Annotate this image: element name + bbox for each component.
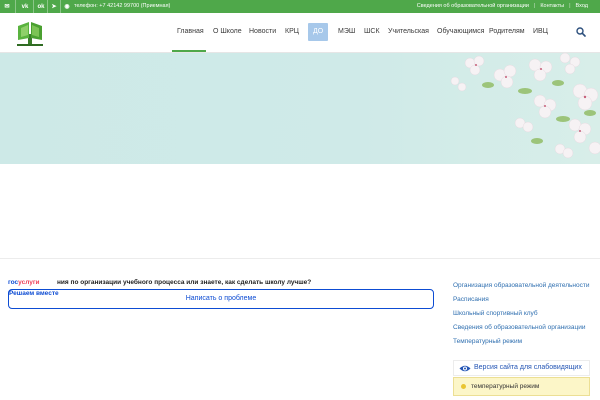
search-icon[interactable] — [576, 27, 586, 37]
gosuslugi-slogan: Решаем вместе — [9, 290, 59, 297]
top-link-login[interactable]: Вход — [576, 3, 588, 9]
gosuslugi-widget: госуслуги ния по организации учебного пр… — [8, 275, 438, 311]
nav-item-about[interactable]: О Школе — [213, 23, 242, 41]
nav-item-shsk[interactable]: ШСК — [364, 23, 380, 41]
accessibility-version-button[interactable]: Версия сайта для слабовидящих — [453, 360, 590, 376]
telegram-icon[interactable]: ➤ — [49, 2, 59, 11]
top-link-info[interactable]: Сведения об образовательной организации — [417, 3, 529, 9]
divider — [15, 0, 16, 13]
vk-icon[interactable]: ✉ — [2, 2, 12, 11]
sidebar-link-org-info[interactable]: Сведения об образовательной организации — [453, 324, 586, 331]
odnoklassniki-icon[interactable]: ok — [36, 2, 46, 11]
divider — [47, 0, 48, 13]
sidebar-link-education-org[interactable]: Организация образовательной деятельности — [453, 282, 589, 289]
gosuslugi-logo-part2: услуги — [18, 279, 40, 286]
separator: | — [569, 3, 571, 9]
divider — [60, 0, 61, 13]
cherry-blossom-image — [450, 53, 600, 159]
nav-item-teachers[interactable]: Учительская — [388, 23, 429, 41]
gosuslugi-logo: госуслуги — [8, 279, 40, 286]
gosuslugi-question: ния по организации учебного процесса или… — [57, 279, 312, 286]
nav-item-parents[interactable]: Родителям — [489, 23, 525, 41]
school-logo[interactable] — [15, 18, 45, 48]
sidebar-link-schedules[interactable]: Расписания — [453, 296, 489, 303]
temperature-label: температурный режим — [471, 383, 540, 390]
sidebar-link-sport-club[interactable]: Школьный спортивный клуб — [453, 310, 538, 317]
phone-number: телефон: +7 42142 99700 (Приемная) — [74, 3, 171, 9]
content-area — [0, 164, 600, 259]
nav-item-students[interactable]: Обучающимся — [437, 23, 484, 41]
separator: | — [533, 3, 536, 9]
nav-item-mesh[interactable]: МЭШ — [338, 23, 355, 41]
vkontakte-icon[interactable]: vk — [20, 2, 30, 11]
top-link-contacts[interactable]: Контакты — [540, 3, 564, 9]
top-bar: ✉ vk ok ➤ ◉ телефон: +7 42142 99700 (При… — [0, 0, 600, 13]
nav-item-news[interactable]: Новости — [249, 23, 276, 41]
nav-item-ivc[interactable]: ИВЦ — [533, 23, 548, 41]
nav-item-do[interactable]: ДО — [308, 23, 329, 41]
nav-item-krc[interactable]: КРЦ — [285, 23, 299, 41]
site-header: Главная О Школе Новости КРЦ ДО МЭШ ШСК У… — [0, 13, 600, 53]
divider — [33, 0, 34, 13]
rss-icon[interactable]: ◉ — [62, 2, 72, 11]
nav-item-home[interactable]: Главная — [177, 23, 204, 41]
gosuslugi-logo-part1: гос — [8, 279, 19, 286]
report-problem-button[interactable]: Написать о проблеме — [8, 289, 434, 309]
accessibility-label: Версия сайта для слабовидящих — [474, 364, 582, 371]
bullet-icon — [461, 384, 466, 389]
hero-banner — [0, 53, 600, 164]
sidebar-link-temperature[interactable]: Температурный режим — [453, 338, 522, 345]
top-links: Сведения об образовательной организации |… — [417, 3, 588, 9]
temperature-mode-widget[interactable]: температурный режим — [453, 377, 590, 396]
eye-icon — [459, 365, 471, 372]
nav-active-indicator — [172, 50, 206, 52]
